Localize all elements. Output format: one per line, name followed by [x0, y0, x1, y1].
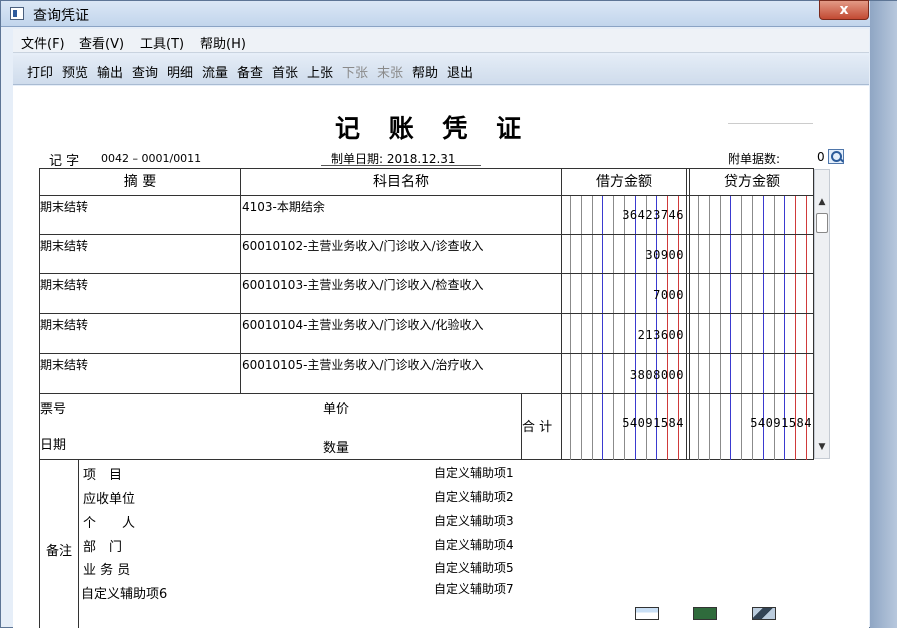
voucher-document: 记 账 凭 证 记 字 0042 – 0001/0011 制单日期: 2018.… — [13, 86, 869, 628]
memo-button[interactable]: 备查 — [237, 62, 263, 81]
column-summary: 摘 要 — [123, 174, 157, 190]
last-page-button[interactable]: 末张 — [377, 62, 403, 81]
window-title: 查询凭证 — [33, 8, 89, 24]
menu-tools[interactable]: 工具(T) — [140, 33, 184, 52]
exit-button[interactable]: 退出 — [447, 62, 473, 81]
document-icon[interactable] — [635, 607, 659, 620]
row-debit[interactable]: 213600 — [562, 328, 686, 342]
scroll-thumb[interactable] — [816, 213, 828, 233]
row-account[interactable]: 60010103-主营业务收入/门诊收入/检查收入 — [242, 276, 484, 293]
toolbar: 打印 预览 输出 查询 明细 流量 备查 首张 上张 下张 末张 帮助 退出 — [13, 55, 869, 85]
total-credit: 54091584 — [750, 416, 812, 430]
remark-department[interactable]: 部 门 — [83, 536, 122, 555]
remark-custom-1[interactable]: 自定义辅助项1 — [434, 464, 514, 481]
row-account[interactable]: 60010104-主营业务收入/门诊收入/化验收入 — [242, 316, 484, 333]
remark-project[interactable]: 项 目 — [83, 464, 122, 483]
preview-button[interactable]: 预览 — [62, 62, 88, 81]
row-summary[interactable]: 期末结转 — [40, 237, 88, 254]
column-credit: 贷方金额 — [724, 174, 780, 190]
row-summary[interactable]: 期末结转 — [40, 356, 88, 373]
row-account[interactable]: 60010102-主营业务收入/门诊收入/诊查收入 — [242, 237, 484, 254]
menu-view[interactable]: 查看(V) — [79, 33, 124, 52]
remark-custom-6[interactable]: 自定义辅助项6 — [81, 583, 167, 602]
row-summary[interactable]: 期末结转 — [40, 276, 88, 293]
search-icon[interactable] — [828, 149, 844, 164]
total-label: 合 计 — [522, 420, 553, 435]
app-icon — [10, 7, 24, 20]
column-debit: 借方金额 — [596, 174, 652, 190]
card-icon[interactable] — [693, 607, 717, 620]
detail-button[interactable]: 明细 — [167, 62, 193, 81]
menu-help[interactable]: 帮助(H) — [200, 33, 246, 52]
attachments-label: 附单据数: — [728, 152, 781, 166]
row-debit[interactable]: 30900 — [562, 248, 686, 262]
menu-bar: 文件(F) 查看(V) 工具(T) 帮助(H) — [13, 29, 869, 53]
footer-date-label: 日期 — [40, 438, 67, 453]
column-account: 科目名称 — [373, 174, 429, 190]
remarks-label: 备注 — [46, 544, 73, 559]
table-scrollbar[interactable]: ▲ ▼ — [814, 169, 830, 459]
scroll-down-icon[interactable]: ▼ — [815, 442, 829, 456]
remark-custom-3[interactable]: 自定义辅助项3 — [434, 512, 514, 529]
first-page-button[interactable]: 首张 — [272, 62, 298, 81]
voucher-title: 记 账 凭 证 — [335, 114, 532, 143]
row-summary[interactable]: 期末结转 — [40, 316, 88, 333]
close-button[interactable]: x — [819, 0, 869, 20]
attachments-value[interactable]: 0 — [817, 150, 825, 164]
remark-individual[interactable]: 个 人 — [83, 512, 135, 531]
row-debit[interactable]: 36423746 — [562, 208, 686, 222]
remark-custom-2[interactable]: 自定义辅助项2 — [434, 488, 514, 505]
help-button[interactable]: 帮助 — [412, 62, 438, 81]
remark-custom-4[interactable]: 自定义辅助项4 — [434, 536, 514, 553]
date-underline — [321, 165, 481, 166]
title-bar[interactable]: 查询凭证 x — [1, 0, 897, 27]
voucher-type-label: 记 字 — [49, 154, 80, 169]
row-summary[interactable]: 期末结转 — [40, 198, 88, 215]
tool-icon[interactable] — [752, 607, 776, 620]
price-label: 单价 — [323, 402, 350, 417]
voucher-number[interactable]: 0042 – 0001/0011 — [101, 152, 201, 165]
voucher-query-window: 查询凭证 x 文件(F) 查看(V) 工具(T) 帮助(H) 打印 预览 输出 … — [0, 0, 897, 628]
query-button[interactable]: 查询 — [132, 62, 158, 81]
row-debit[interactable]: 3808000 — [562, 368, 686, 382]
row-debit[interactable]: 7000 — [562, 288, 686, 302]
remark-salesperson[interactable]: 业 务 员 — [83, 559, 130, 578]
scroll-up-icon[interactable]: ▲ — [815, 197, 829, 211]
export-button[interactable]: 输出 — [97, 62, 123, 81]
remark-receivable-unit[interactable]: 应收单位 — [83, 488, 135, 507]
cashflow-button[interactable]: 流量 — [202, 62, 228, 81]
remark-custom-5[interactable]: 自定义辅助项5 — [434, 559, 514, 576]
attachments-topline — [728, 123, 813, 124]
background-window-edge — [870, 1, 897, 628]
ticket-label: 票号 — [40, 402, 67, 417]
row-account[interactable]: 60010105-主营业务收入/门诊收入/治疗收入 — [242, 356, 484, 373]
row-account[interactable]: 4103-本期结余 — [242, 198, 325, 215]
prev-page-button[interactable]: 上张 — [307, 62, 333, 81]
remark-custom-7[interactable]: 自定义辅助项7 — [434, 580, 514, 597]
quantity-label: 数量 — [323, 441, 350, 456]
next-page-button[interactable]: 下张 — [342, 62, 368, 81]
total-debit: 54091584 — [622, 416, 684, 430]
print-button[interactable]: 打印 — [27, 62, 53, 81]
menu-file[interactable]: 文件(F) — [21, 33, 65, 52]
